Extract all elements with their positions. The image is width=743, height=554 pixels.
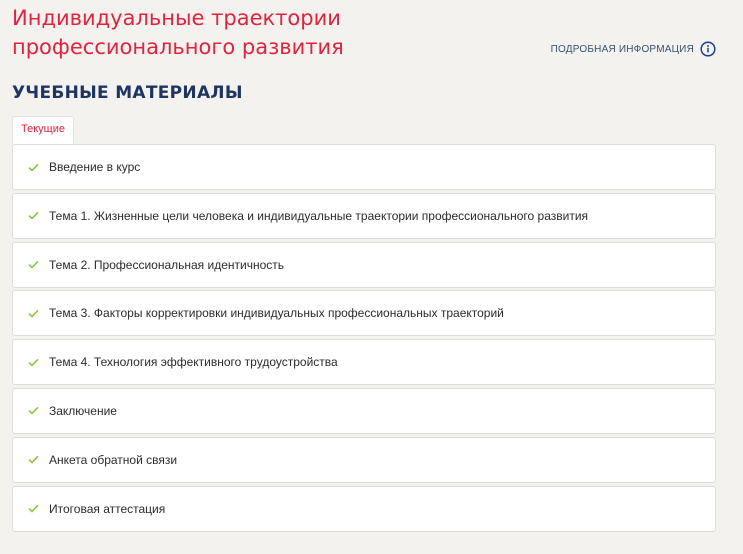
material-item-topic-3[interactable]: Тема 3. Факторы корректировки индивидуал… xyxy=(12,290,716,337)
material-item-feedback-survey[interactable]: Анкета обратной связи xyxy=(12,436,716,483)
material-item-final-assessment[interactable]: Итоговая аттестация xyxy=(12,485,716,532)
check-icon xyxy=(28,456,39,464)
check-icon xyxy=(28,212,39,220)
material-label: Анкета обратной связи xyxy=(49,452,178,467)
material-label: Тема 1. Жизненные цели человека и индиви… xyxy=(49,208,589,223)
material-item-conclusion[interactable]: Заключение xyxy=(12,387,716,434)
material-label: Итоговая аттестация xyxy=(49,501,166,516)
tab-current[interactable]: Текущие xyxy=(12,116,74,144)
section-title: УЧЕБНЫЕ МАТЕРИАЛЫ xyxy=(12,83,243,103)
material-label: Тема 4. Технология эффективного трудоуст… xyxy=(49,355,338,370)
material-label: Тема 2. Профессиональная идентичность xyxy=(49,257,285,272)
material-label: Введение в курс xyxy=(49,160,141,174)
more-info-link[interactable]: ПОДРОБНАЯ ИНФОРМАЦИЯ xyxy=(551,41,716,57)
material-item-intro[interactable]: Введение в курс xyxy=(12,144,716,190)
material-label: Тема 3. Факторы корректировки индивидуал… xyxy=(49,306,504,321)
check-icon xyxy=(28,504,39,513)
check-icon xyxy=(28,309,39,318)
material-label: Заключение xyxy=(49,403,117,418)
material-item-topic-1[interactable]: Тема 1. Жизненные цели человека и индиви… xyxy=(12,192,716,239)
material-item-topic-4[interactable]: Тема 4. Технология эффективного трудоуст… xyxy=(12,339,716,386)
check-icon xyxy=(28,260,39,269)
check-icon xyxy=(28,358,39,367)
course-title: Индивидуальные траектории профессиональн… xyxy=(12,6,344,59)
material-item-topic-2[interactable]: Тема 2. Профессиональная идентичность xyxy=(12,241,716,288)
materials-list: Введение в курс Тема 1. Жизненные цели ч… xyxy=(12,144,716,534)
check-icon xyxy=(28,407,39,416)
info-icon xyxy=(700,41,716,57)
more-info-label: ПОДРОБНАЯ ИНФОРМАЦИЯ xyxy=(550,43,694,55)
check-icon xyxy=(28,163,39,172)
